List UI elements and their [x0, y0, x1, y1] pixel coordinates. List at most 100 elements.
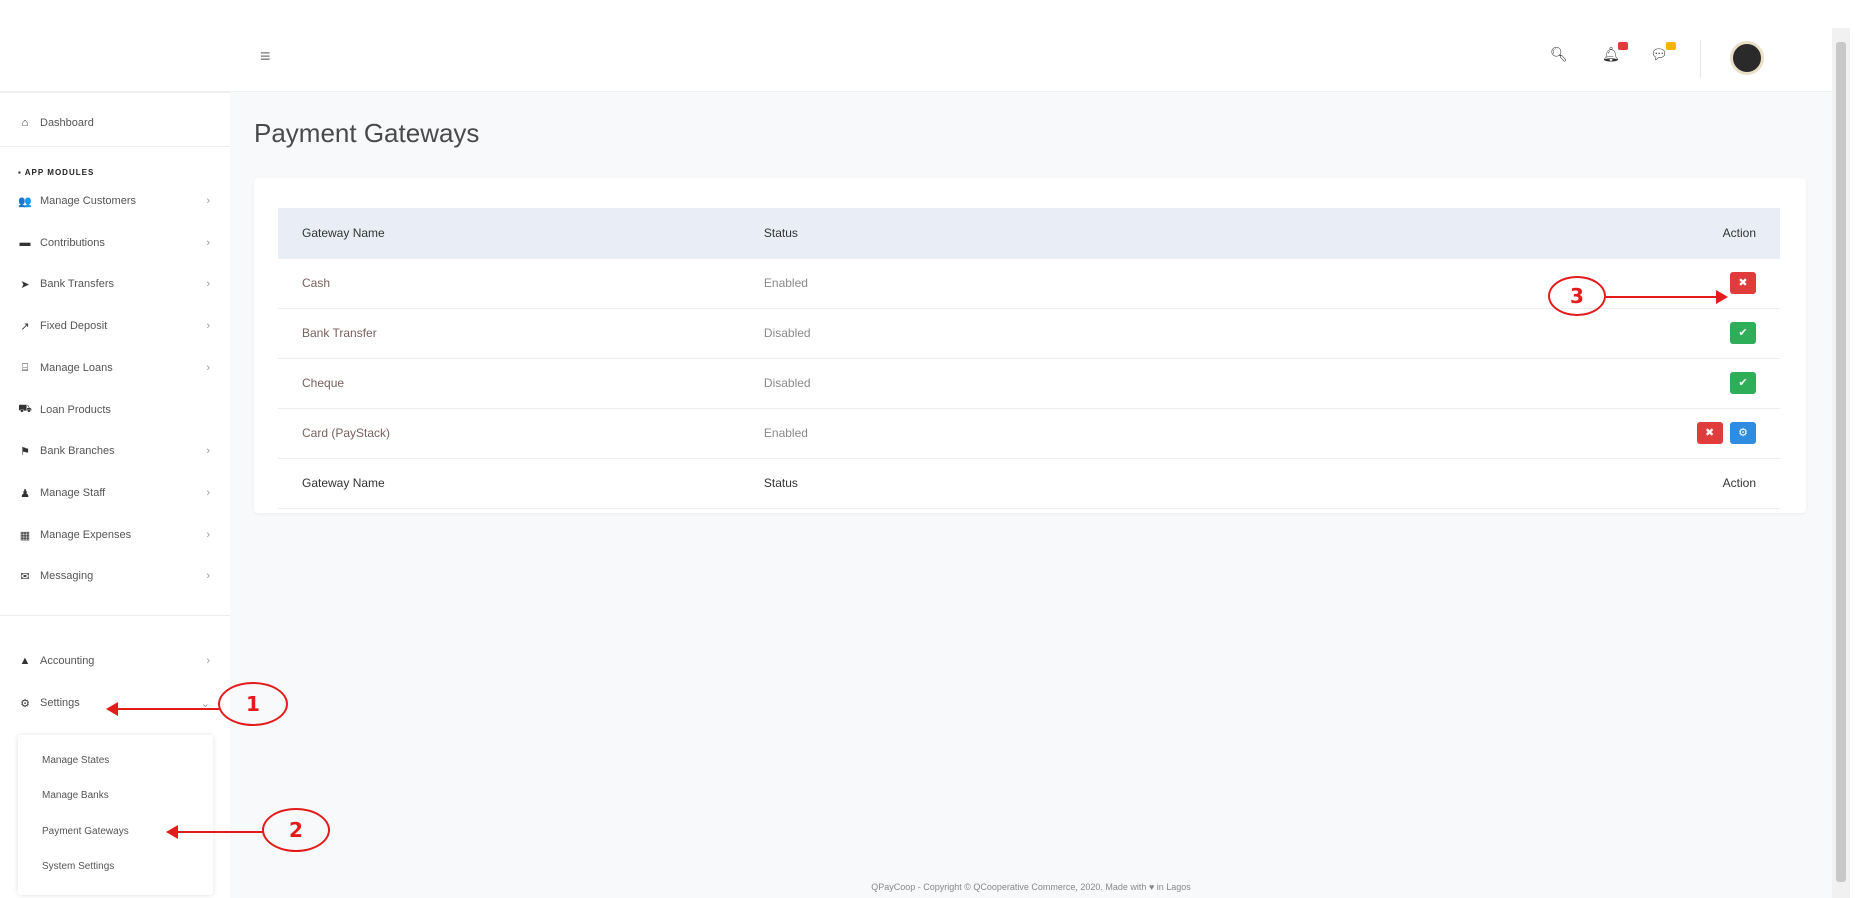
submenu-item-manage-banks[interactable]: Manage Banks [42, 790, 109, 801]
action-cell: ✖ ⚙ [1401, 408, 1780, 459]
sidebar-item-label: Fixed Deposit [40, 320, 108, 332]
sidebar-item-label: Bank Transfers [40, 278, 114, 290]
chevron-right-icon: › [206, 445, 210, 457]
sidebar-item-label: Manage Customers [40, 195, 136, 207]
users-icon: 👥 [18, 195, 32, 208]
annotation-circle-2: 2 [262, 808, 330, 852]
status-cell: Disabled [739, 308, 1402, 359]
table-row: Cheque Disabled ✔ [278, 358, 1780, 409]
chevron-right-icon: › [206, 237, 210, 249]
gateway-name-cell: Cheque [278, 358, 740, 409]
sidebar-item-label: Contributions [40, 237, 105, 249]
send-icon: ➤ [20, 278, 30, 291]
gateway-name-cell: Bank Transfer [278, 308, 740, 359]
messages-icon[interactable]: 💬︎ [1650, 42, 1676, 63]
enable-button[interactable]: ✔ [1730, 322, 1756, 344]
gear-icon: ⚙ [20, 697, 30, 710]
chevron-right-icon: › [206, 195, 210, 207]
sidebar-item-manage-customers[interactable]: 👥 Manage Customers › [0, 183, 230, 219]
table-header-row: Gateway Name Status Action [278, 208, 1780, 259]
annotation-arrow-3 [1606, 296, 1718, 298]
sidebar-item-manage-loans[interactable]: ⌸ Manage Loans › [0, 350, 230, 386]
annotation-circle-1: 1 [218, 682, 288, 726]
hamburger-menu-icon[interactable]: ≡ [260, 46, 271, 67]
sidebar-item-loan-products[interactable]: ⛟ Loan Products [0, 392, 230, 428]
action-cell: ✔ [1401, 358, 1780, 409]
sidebar-item-dashboard[interactable]: ⌂ Dashboard [0, 105, 230, 141]
action-cell: ✔ [1401, 308, 1780, 359]
chart-icon: ↗ [20, 320, 30, 333]
sidebar-item-bank-transfers[interactable]: ➤ Bank Transfers › [0, 266, 230, 302]
submenu-item-manage-states[interactable]: Manage States [42, 755, 109, 766]
column-header-status: Status [739, 208, 1402, 259]
status-cell: Enabled [739, 258, 1402, 309]
money-icon: ▬ [19, 237, 31, 249]
status-cell: Disabled [739, 358, 1402, 409]
topbar-divider [1700, 40, 1701, 78]
notifications-icon[interactable]: 🔔︎ [1602, 42, 1628, 63]
vertical-scrollbar[interactable] [1832, 28, 1850, 898]
chevron-right-icon: › [206, 570, 210, 582]
gateways-card: Gateway Name Status Action Cash Enabled … [254, 178, 1806, 513]
avatar[interactable] [1730, 41, 1764, 75]
sidebar-divider [0, 92, 230, 93]
sidebar-item-bank-branches[interactable]: ⚑ Bank Branches › [0, 433, 230, 469]
submenu-item-system-settings[interactable]: System Settings [42, 861, 114, 872]
configure-button[interactable]: ⚙ [1730, 422, 1756, 444]
footer-text: QPayCoop - Copyright © QCooperative Comm… [871, 882, 1191, 892]
column-header-gateway-name: Gateway Name [278, 208, 740, 259]
chevron-right-icon: › [206, 655, 210, 667]
annotation-arrowhead-2 [166, 825, 178, 839]
notification-badge [1617, 42, 1628, 50]
annotation-arrow-2 [178, 831, 264, 833]
user-icon: ♟ [20, 487, 30, 500]
accounting-icon: ▲ [19, 655, 31, 667]
messages-badge [1665, 42, 1676, 50]
check-icon: ✔ [1738, 327, 1748, 339]
annotation-arrowhead-1 [106, 702, 118, 716]
column-footer-action: Action [1401, 458, 1780, 509]
sidebar-item-contributions[interactable]: ▬ Contributions › [0, 225, 230, 261]
sidebar-item-messaging[interactable]: ✉ Messaging › [0, 558, 230, 594]
sidebar-item-label: Manage Expenses [40, 529, 132, 541]
top-bar: ≡ 🔍︎ 🔔︎ 💬︎ [230, 28, 1832, 92]
sidebar-item-label: Manage Staff [40, 487, 106, 499]
gateway-name-cell: Cash [278, 258, 740, 309]
sidebar-divider [0, 146, 230, 147]
disable-button[interactable]: ✖ [1730, 272, 1756, 294]
enable-button[interactable]: ✔ [1730, 372, 1756, 394]
annotation-arrowhead-3 [1716, 290, 1728, 304]
chevron-right-icon: › [206, 529, 210, 541]
sidebar-item-label: Settings [40, 697, 80, 709]
search-icon[interactable]: 🔍︎ [1550, 46, 1568, 63]
chevron-right-icon: › [206, 320, 210, 332]
submenu-item-payment-gateways[interactable]: Payment Gateways [42, 826, 129, 837]
chevron-right-icon: › [206, 278, 210, 290]
status-cell: Enabled [739, 408, 1402, 459]
gear-icon: ⚙ [1738, 427, 1748, 439]
page-title: Payment Gateways [254, 118, 480, 148]
annotation-arrow-1 [118, 708, 220, 710]
gateway-name-cell: Card (PayStack) [278, 408, 740, 459]
sidebar-section-heading: ▪ APP MODULES [18, 168, 95, 177]
calculator-icon: ▦ [19, 529, 31, 542]
sidebar-item-fixed-deposit[interactable]: ↗ Fixed Deposit › [0, 308, 230, 344]
sidebar-item-accounting[interactable]: ▲ Accounting › [0, 643, 230, 679]
comments-icon: ✉ [20, 570, 30, 583]
bank-icon: ⌸ [21, 361, 29, 374]
close-icon: ✖ [1705, 427, 1715, 439]
gateways-table: Gateway Name Status Action Cash Enabled … [278, 208, 1780, 509]
annotation-circle-3: 3 [1548, 276, 1606, 316]
scrollbar-thumb[interactable] [1836, 42, 1846, 882]
disable-button[interactable]: ✖ [1696, 422, 1723, 444]
table-row: Bank Transfer Disabled ✔ [278, 308, 1780, 359]
sidebar-item-manage-expenses[interactable]: ▦ Manage Expenses › [0, 517, 230, 553]
table-row: Card (PayStack) Enabled ✖ ⚙ [278, 408, 1780, 459]
chevron-right-icon: › [206, 362, 210, 374]
sidebar-item-label: Accounting [40, 655, 95, 667]
main-content: ≡ 🔍︎ 🔔︎ 💬︎ Payment Gateways Gateway Name… [230, 28, 1832, 898]
bullet-icon: ▪ [18, 168, 25, 177]
sidebar-item-label: Messaging [40, 570, 94, 582]
flag-icon: ⚑ [20, 445, 30, 458]
sidebar-item-manage-staff[interactable]: ♟ Manage Staff › [0, 475, 230, 511]
